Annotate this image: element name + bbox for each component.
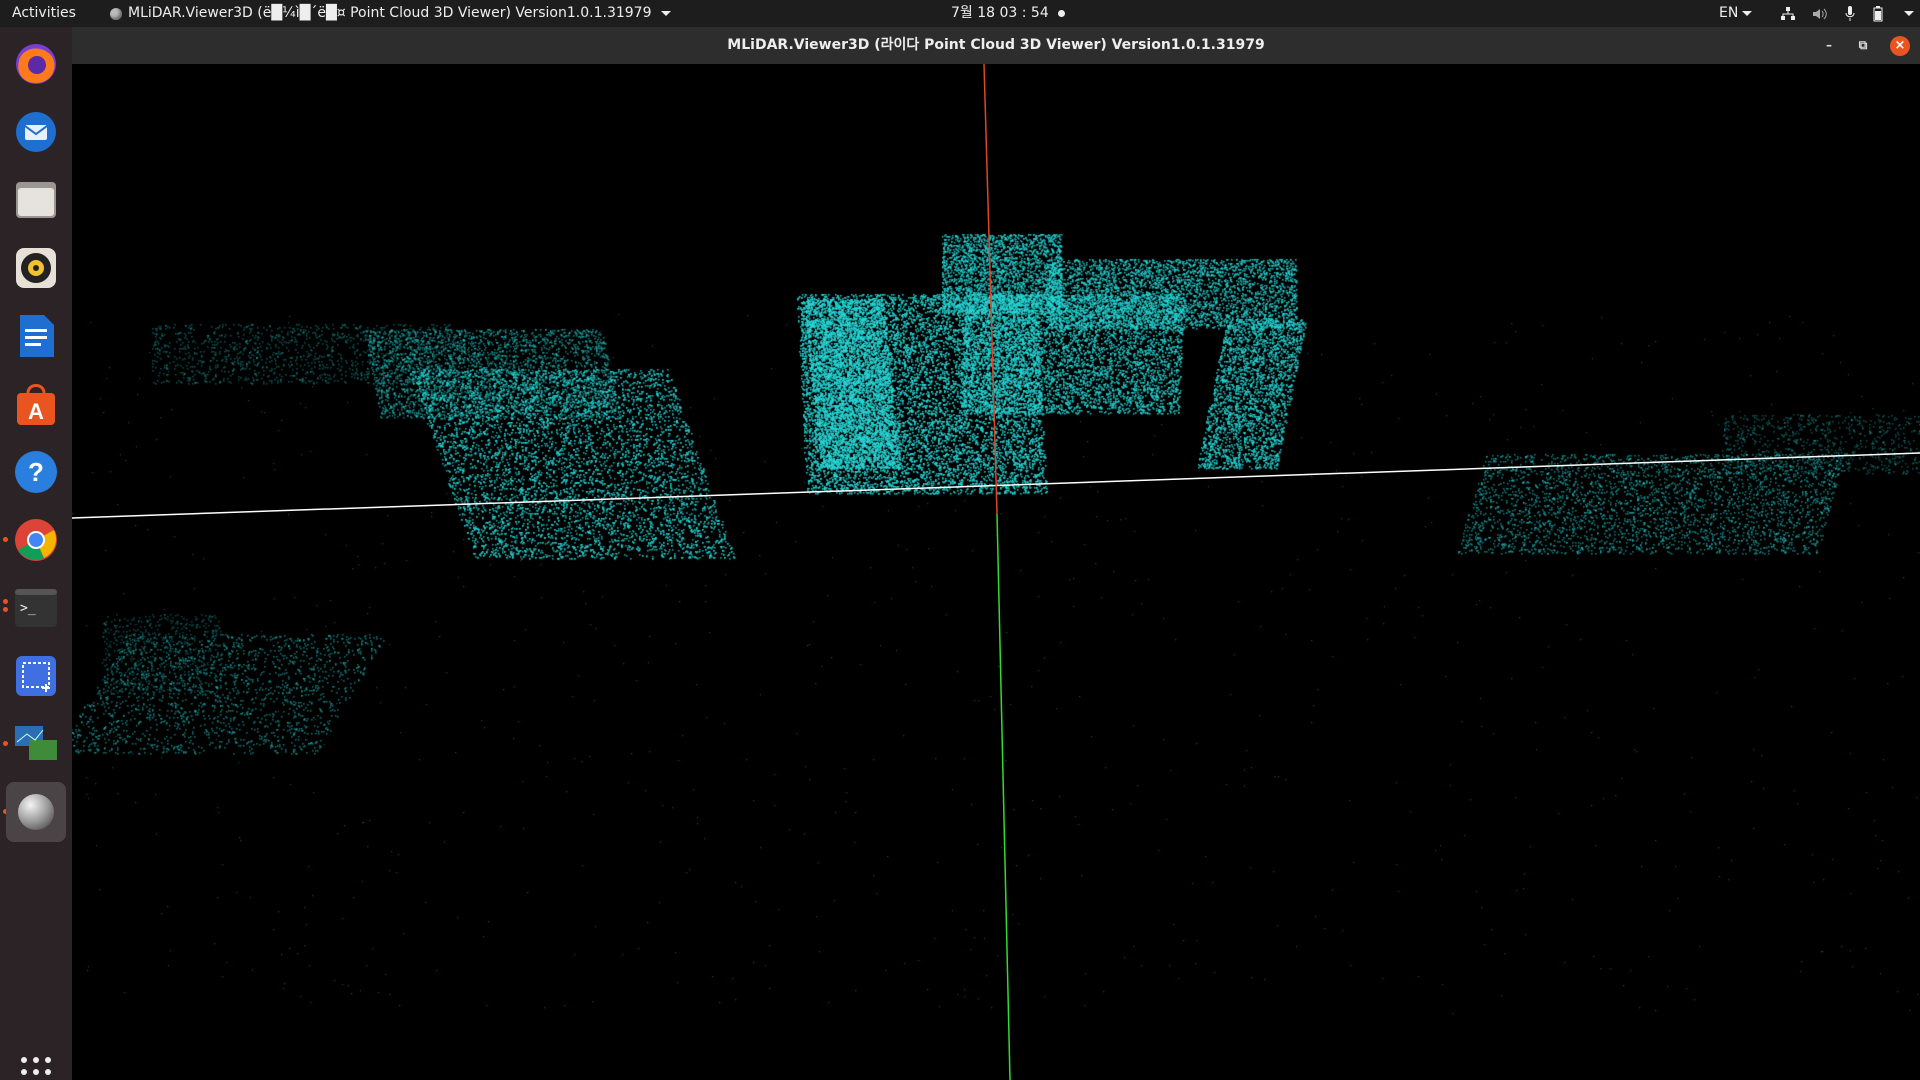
writer-icon: [20, 315, 54, 357]
window-controls: – ⧉ ×: [1822, 27, 1910, 64]
rhythmbox-launcher[interactable]: [6, 238, 66, 298]
volume-icon: [1812, 7, 1828, 21]
thunderbird-icon: [16, 112, 56, 152]
mlidar-viewer-launcher[interactable]: [6, 782, 66, 842]
clock[interactable]: 7월 18 03 : 54: [951, 0, 1049, 27]
software-launcher[interactable]: A: [6, 374, 66, 434]
mlidar-viewer-window: MLiDAR.Viewer3D (라이다 Point Cloud 3D View…: [72, 27, 1920, 1080]
writer-launcher[interactable]: [6, 306, 66, 366]
system-menu-chevron-icon: [1904, 11, 1914, 16]
terminal-icon: >_: [15, 589, 57, 627]
remote-desktop-launcher[interactable]: [6, 714, 66, 774]
firefox-icon: [16, 44, 56, 84]
notification-dot-icon: [1058, 10, 1065, 17]
restore-button[interactable]: ⧉: [1856, 38, 1870, 53]
activities-button[interactable]: Activities: [12, 0, 76, 27]
terminal-launcher[interactable]: >_: [6, 578, 66, 638]
top-bar: Activities MLiDAR.Viewer3D (ë█¼ì█´ë█¤ Po…: [0, 0, 1920, 27]
minimize-button[interactable]: –: [1822, 38, 1836, 53]
chrome-icon: [15, 519, 57, 561]
files-icon: [16, 182, 56, 218]
language-selector[interactable]: EN: [1719, 0, 1753, 27]
system-tray[interactable]: [1780, 0, 1914, 27]
show-applications-icon[interactable]: [21, 1057, 51, 1080]
app-menu-icon: [110, 7, 122, 20]
point-cloud-canvas[interactable]: [72, 64, 1920, 1080]
help-icon: ?: [15, 451, 57, 493]
files-launcher[interactable]: [6, 170, 66, 230]
sphere-icon: [18, 794, 54, 830]
window-titlebar[interactable]: MLiDAR.Viewer3D (라이다 Point Cloud 3D View…: [72, 27, 1920, 65]
window-title: MLiDAR.Viewer3D (라이다 Point Cloud 3D View…: [727, 37, 1265, 53]
svg-text:>_: >_: [20, 601, 36, 616]
chevron-down-icon: [1742, 11, 1753, 16]
language-label: EN: [1719, 5, 1739, 21]
close-button[interactable]: ×: [1890, 35, 1910, 56]
microphone-icon: [1844, 5, 1856, 22]
app-menu-title: MLiDAR.Viewer3D (ë█¼ì█´ë█¤ Point Cloud 3…: [128, 5, 652, 21]
screenshot-icon: [16, 656, 56, 696]
point-cloud-viewport[interactable]: [72, 64, 1920, 1080]
dock: A ? >_: [0, 27, 72, 1080]
thunderbird-launcher[interactable]: [6, 102, 66, 162]
screenshot-launcher[interactable]: [6, 646, 66, 706]
svg-text:A: A: [28, 399, 44, 424]
rhythmbox-icon: [16, 248, 56, 288]
software-bag-icon: A: [17, 384, 55, 425]
remote-desktop-icon: [15, 726, 57, 760]
network-icon: [1780, 6, 1796, 21]
battery-icon: [1872, 5, 1884, 22]
app-menu[interactable]: MLiDAR.Viewer3D (ë█¼ì█´ë█¤ Point Cloud 3…: [110, 0, 672, 27]
chevron-down-icon: [661, 11, 672, 16]
firefox-launcher[interactable]: [6, 34, 66, 94]
help-launcher[interactable]: ?: [6, 442, 66, 502]
svg-text:?: ?: [28, 457, 44, 487]
chrome-launcher[interactable]: [6, 510, 66, 570]
